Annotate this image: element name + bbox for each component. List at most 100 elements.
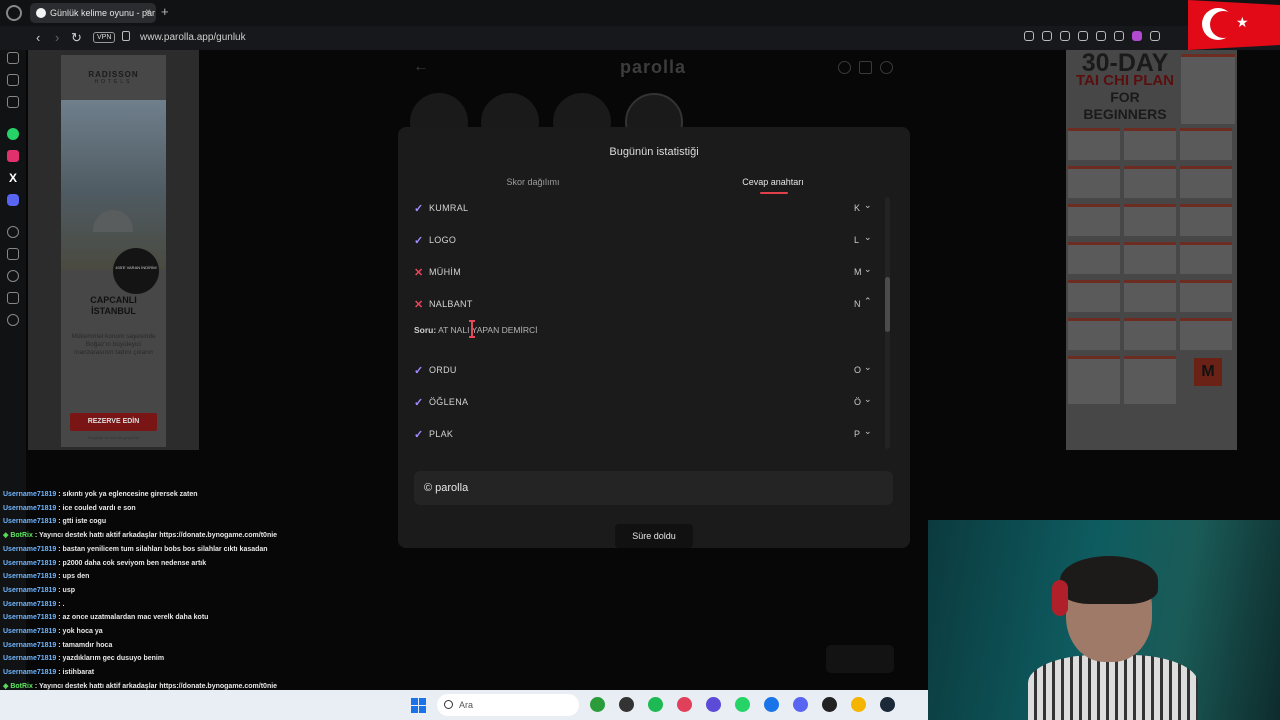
- chat-username[interactable]: Username71819: [3, 560, 56, 567]
- game-icon[interactable]: [7, 52, 19, 64]
- camera-icon[interactable]: [1060, 31, 1070, 41]
- chat-username[interactable]: Username71819: [3, 587, 56, 594]
- chevron-down-icon[interactable]: ⌄: [864, 232, 872, 243]
- chat-username[interactable]: Username71819: [3, 669, 56, 676]
- tab-close-icon[interactable]: ×: [145, 3, 151, 23]
- toolbar-icons: [1024, 31, 1160, 41]
- answer-word: LOGO: [429, 235, 457, 245]
- shield-icon[interactable]: [1078, 31, 1088, 41]
- ad-left[interactable]: RADISSON HOTELS 405'E VARAN İNDİRİM CAPC…: [28, 50, 199, 450]
- chat-username[interactable]: Username71819: [3, 573, 56, 580]
- profile-icon[interactable]: [880, 61, 893, 74]
- answer-row-expanded[interactable]: ✕ NALBANT N ⌃: [414, 291, 876, 323]
- new-tab-button[interactable]: +: [161, 4, 169, 19]
- chat-username[interactable]: Username71819: [3, 518, 56, 525]
- flow-icon[interactable]: [7, 74, 19, 86]
- extension-icon[interactable]: [1132, 31, 1142, 41]
- lock-icon[interactable]: [122, 31, 130, 41]
- heart-icon[interactable]: [1114, 31, 1124, 41]
- chat-message: Username71819 : gtti iste cogu: [3, 515, 523, 529]
- instagram-icon[interactable]: [7, 150, 19, 162]
- chevron-down-icon[interactable]: ⌄: [864, 200, 872, 211]
- reload-icon[interactable]: ↻: [71, 30, 82, 46]
- forward-arrow-icon[interactable]: ›: [55, 30, 59, 45]
- extensions-icon[interactable]: [7, 292, 19, 304]
- player-icon[interactable]: [7, 226, 19, 238]
- tab-answer-key[interactable]: Cevap anahtarı: [718, 177, 828, 187]
- taskbar-app-icon[interactable]: [677, 697, 692, 712]
- scroll-thumb[interactable]: [885, 277, 890, 332]
- chat-username[interactable]: ◈ BotRix: [3, 532, 33, 539]
- chat-username[interactable]: Username71819: [3, 628, 56, 635]
- chat-username[interactable]: Username71819: [3, 655, 56, 662]
- back-arrow-icon[interactable]: ‹: [36, 30, 40, 45]
- taskbar-app-icon[interactable]: [619, 697, 634, 712]
- emoji-icon[interactable]: [1024, 31, 1034, 41]
- answer-row[interactable]: ✓ ORDU O ⌄: [414, 357, 876, 389]
- opera-logo-icon[interactable]: [6, 5, 22, 21]
- taskbar-app-icon[interactable]: [706, 697, 721, 712]
- chat-username[interactable]: Username71819: [3, 491, 56, 498]
- tab-score-distribution[interactable]: Skor dağılımı: [478, 177, 588, 187]
- taskbar-app-icon[interactable]: [764, 697, 779, 712]
- taskbar-app-icon[interactable]: [793, 697, 808, 712]
- history-icon[interactable]: [7, 270, 19, 282]
- chevron-down-icon[interactable]: ⌄: [864, 394, 872, 405]
- chevron-down-icon[interactable]: ⌄: [864, 362, 872, 373]
- answer-list[interactable]: ✓ KUMRAL K ⌄ ✓ LOGO L ⌄ ✕ MÜHİM M ⌄ ✕ NA…: [414, 195, 884, 450]
- url-field[interactable]: www.parolla.app/gunluk: [140, 32, 246, 43]
- reserve-button[interactable]: REZERVE EDİN: [70, 413, 157, 431]
- radisson-ad[interactable]: RADISSON HOTELS 405'E VARAN İNDİRİM CAPC…: [61, 55, 166, 447]
- pin-icon[interactable]: [1042, 31, 1052, 41]
- chat-username[interactable]: Username71819: [3, 601, 56, 608]
- chat-username[interactable]: Username71819: [3, 642, 56, 649]
- puzzle-icon[interactable]: [1150, 31, 1160, 41]
- answer-letter: O: [854, 365, 862, 375]
- answer-row[interactable]: ✓ LOGO L ⌄: [414, 227, 876, 259]
- chevron-down-icon[interactable]: ⌄: [864, 426, 872, 437]
- page-bottom-button[interactable]: [826, 645, 894, 673]
- tab-parolla[interactable]: Günlük kelime oyunu - par ×: [30, 3, 156, 23]
- windows-start-icon[interactable]: [411, 698, 426, 713]
- bookmark-icon[interactable]: [7, 248, 19, 260]
- stats-icon[interactable]: [859, 61, 872, 74]
- exercise-cell: [1068, 166, 1120, 198]
- chevron-down-icon[interactable]: ⌄: [864, 264, 872, 275]
- taskbar-app-icon[interactable]: [648, 697, 663, 712]
- taskbar-app-icon[interactable]: [851, 697, 866, 712]
- answer-row[interactable]: ✓ PLAK P ⌄: [414, 421, 876, 450]
- exercise-cell: [1068, 204, 1120, 236]
- whatsapp-icon[interactable]: [7, 128, 19, 140]
- answer-row[interactable]: ✕ MÜHİM M ⌄: [414, 259, 876, 291]
- play-icon[interactable]: [1096, 31, 1106, 41]
- discord-icon[interactable]: [7, 194, 19, 206]
- exercise-cell: [1124, 318, 1176, 350]
- wallet-icon[interactable]: [7, 96, 19, 108]
- taskbar-app-icon[interactable]: [880, 697, 895, 712]
- vpn-badge[interactable]: VPN: [93, 32, 116, 43]
- answer-list-scrollbar[interactable]: [885, 197, 890, 449]
- chat-username[interactable]: ◈ BotRix: [3, 683, 33, 690]
- question-text: AT NALI YAPAN DEMİRCİ: [438, 325, 538, 335]
- settings-icon[interactable]: [7, 314, 19, 326]
- taskbar-app-icon[interactable]: [735, 697, 750, 712]
- page-back-arrow-icon[interactable]: ←: [413, 58, 429, 76]
- ad-headline: CAPCANLI İSTANBUL: [61, 295, 166, 317]
- answer-row[interactable]: ✓ KUMRAL K ⌄: [414, 195, 876, 227]
- info-icon[interactable]: [838, 61, 851, 74]
- x-icon[interactable]: X: [7, 172, 19, 184]
- exercise-cell: [1068, 128, 1120, 160]
- chat-username[interactable]: Username71819: [3, 505, 56, 512]
- taskbar-search[interactable]: Ara: [437, 694, 579, 716]
- taskbar-app-icon[interactable]: [822, 697, 837, 712]
- start-tile: [411, 706, 418, 713]
- chevron-up-icon[interactable]: ⌃: [864, 296, 872, 307]
- chat-username[interactable]: Username71819: [3, 546, 56, 553]
- ad-right[interactable]: 30-DAY TAI CHI PLAN FOR BEGINNERS M: [1066, 50, 1237, 450]
- answer-word: PLAK: [429, 429, 454, 439]
- answer-row[interactable]: ✓ ÖĞLENA Ö ⌄: [414, 389, 876, 421]
- check-icon: ✓: [414, 203, 424, 215]
- taskbar-app-icon[interactable]: [590, 697, 605, 712]
- chat-username[interactable]: Username71819: [3, 614, 56, 621]
- answer-letter: Ö: [854, 397, 862, 407]
